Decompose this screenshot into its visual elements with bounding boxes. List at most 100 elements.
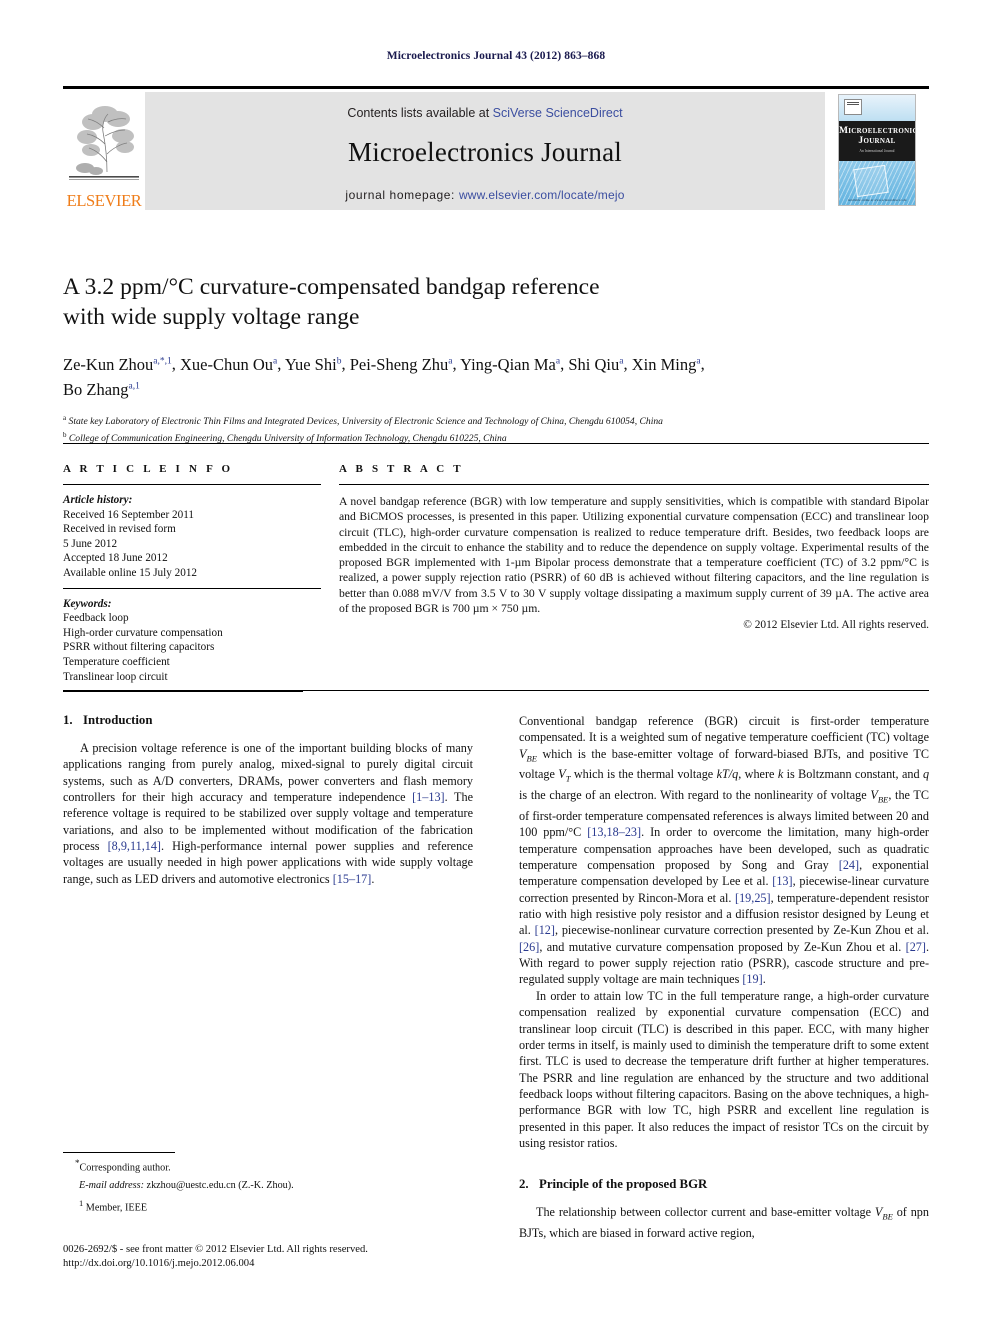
affiliation-mark: b	[63, 430, 67, 439]
text-run: , and mutative curvature compensation pr…	[539, 939, 906, 954]
author-4: Pei-Sheng Zhua	[350, 355, 453, 374]
cover-title-line2: Journal	[858, 136, 896, 146]
author-name: Xue-Chun Ou	[180, 354, 274, 374]
masthead-panel: Contents lists available at SciVerse Sci…	[145, 92, 825, 210]
text-run: .	[371, 871, 375, 886]
footnote-divider	[63, 1152, 175, 1153]
text-run: is Boltzmann constant, and	[783, 767, 923, 782]
keyword-item: Temperature coefficient	[63, 655, 170, 668]
author-name: Ze-Kun Zhou	[63, 354, 154, 374]
paragraph-intro-3: In order to attain low TC in the full te…	[519, 988, 929, 1150]
citation-ref: [26]	[519, 939, 540, 954]
sciencedirect-link[interactable]: SciVerse ScienceDirect	[493, 106, 623, 120]
issn-line: 0026-2692/$ - see front matter © 2012 El…	[63, 1244, 368, 1255]
citation-ref: [27]	[905, 939, 926, 954]
email-label: E-mail address:	[79, 1179, 144, 1191]
author-6: Shi Qiua	[568, 355, 623, 374]
journal-homepage-line: journal homepage: www.elsevier.com/locat…	[145, 188, 825, 202]
title-line-2: with wide supply voltage range	[63, 304, 360, 330]
citation-ref: [19]	[742, 972, 763, 987]
footnote-mark: 1	[79, 1197, 84, 1208]
text-run: Conventional bandgap reference (BGR) cir…	[519, 714, 929, 745]
elsevier-logo: ELSEVIER	[63, 92, 145, 210]
journal-homepage-link[interactable]: www.elsevier.com/locate/mejo	[459, 188, 625, 202]
paragraph-intro-2-continued: Conventional bandgap reference (BGR) cir…	[519, 713, 929, 988]
section-heading-principle: 2. Principle of the proposed BGR	[519, 1177, 929, 1192]
text-run: is the charge of an electron. With regar…	[519, 788, 871, 803]
author-3: Yue Shib	[285, 355, 342, 374]
elsevier-tree-icon	[69, 100, 139, 180]
affiliation-text: State key Laboratory of Electronic Thin …	[68, 416, 663, 428]
contents-line: Contents lists available at SciVerse Sci…	[145, 92, 825, 120]
section-number: 1.	[63, 713, 73, 727]
keyword-item: PSRR without filtering capacitors	[63, 641, 215, 654]
cover-title-line1: Microelectronics	[839, 126, 916, 136]
cover-barcode-icon	[844, 99, 862, 115]
author-2: Xue-Chun Oua	[180, 355, 277, 374]
cover-subtitle: An International Journal	[859, 149, 895, 153]
author-name: Shi Qiu	[568, 354, 620, 374]
author-mark: a	[273, 356, 278, 366]
text-run: The relationship between collector curre…	[536, 1205, 875, 1220]
author-mark: a	[619, 356, 624, 366]
citation-ref: [1–13]	[412, 790, 445, 805]
affiliations: a State key Laboratory of Electronic Thi…	[63, 412, 929, 445]
author-mark: a	[448, 356, 453, 366]
text-run: which is the thermal voltage	[570, 767, 717, 782]
footnote-email: E-mail address: zkzhou@uestc.edu.cn (Z.-…	[79, 1179, 473, 1193]
divider	[339, 484, 929, 485]
divider	[63, 690, 929, 691]
author-name: Ying-Qian Ma	[460, 354, 556, 374]
page-title: A 3.2 ppm/°C curvature-compensated bandg…	[63, 272, 929, 332]
footnote-text: Member, IEEE	[85, 1201, 148, 1213]
contents-prefix: Contents lists available at	[347, 106, 493, 120]
copyright-notice: © 2012 Elsevier Ltd. All rights reserved…	[743, 619, 929, 632]
text-run: , piecewise-nonlinear curvature correcti…	[554, 923, 929, 938]
symbol-vbe: VBE	[874, 1205, 893, 1222]
abstract-column: A B S T R A C T A novel bandgap referenc…	[339, 463, 929, 692]
author-7: Xin Minga	[632, 355, 701, 374]
citation-ref: [12]	[534, 923, 555, 938]
cover-artwork: Available online at www.sciencedirect.co…	[839, 161, 915, 205]
section-title: Principle of the proposed BGR	[539, 1177, 708, 1192]
author-mark: a,*,1	[153, 356, 172, 366]
cover-caption: Available online at www.sciencedirect.co…	[847, 198, 907, 202]
divider	[63, 484, 321, 485]
paper-page: Microelectronics Journal 43 (2012) 863–8…	[0, 0, 992, 1323]
author-8: Bo Zhanga,1	[63, 380, 140, 399]
section-number: 2.	[519, 1177, 529, 1192]
author-name: Xin Ming	[631, 354, 697, 374]
footnote-membership: 1 Member, IEEE	[79, 1197, 473, 1215]
citation-ref: [15–17]	[332, 871, 372, 886]
history-item: Available online 15 July 2012	[63, 566, 198, 579]
paragraph-intro-1: A precision voltage reference is one of …	[63, 740, 473, 887]
affiliation-mark: a	[63, 414, 67, 422]
footnote-text: Corresponding author.	[79, 1162, 171, 1174]
author-mark: a	[555, 356, 561, 366]
footnote-corresponding-author: *Corresponding author.	[75, 1157, 473, 1175]
article-info-column: A R T I C L E I N F O Article history: R…	[63, 463, 321, 693]
history-item: Accepted 18 June 2012	[63, 552, 168, 565]
citation-ref: [13,18–23]	[587, 825, 642, 840]
keyword-item: Translinear loop circuit	[63, 670, 168, 683]
keywords-label: Keywords:	[63, 597, 112, 610]
info-abstract-band: A R T I C L E I N F O Article history: R…	[63, 443, 929, 693]
title-block: A 3.2 ppm/°C curvature-compensated bandg…	[63, 272, 929, 445]
homepage-prefix: journal homepage:	[345, 188, 459, 202]
title-line-1: A 3.2 ppm/°C curvature-compensated bandg…	[63, 274, 600, 300]
keywords-list: Keywords: Feedback loop High-order curva…	[63, 597, 321, 685]
journal-cover-thumbnail: Microelectronics Journal An Internationa…	[825, 92, 929, 210]
author-name: Yue Shi	[284, 354, 337, 374]
section-title: Introduction	[83, 713, 153, 727]
author-name: Bo Zhang	[63, 380, 129, 399]
article-info-heading: A R T I C L E I N F O	[63, 463, 234, 475]
symbol-vbe: VBE	[870, 788, 889, 805]
keyword-item: High-order curvature compensation	[63, 626, 223, 639]
divider	[63, 587, 321, 589]
keyword-item: Feedback loop	[63, 612, 129, 625]
text-run: .	[762, 972, 766, 987]
body-column-right: Conventional bandgap reference (BGR) cir…	[519, 713, 929, 1241]
citation-ref: [8,9,11,14]	[107, 839, 161, 854]
symbol-q: q	[922, 767, 930, 782]
author-5: Ying-Qian Maa	[460, 355, 560, 374]
